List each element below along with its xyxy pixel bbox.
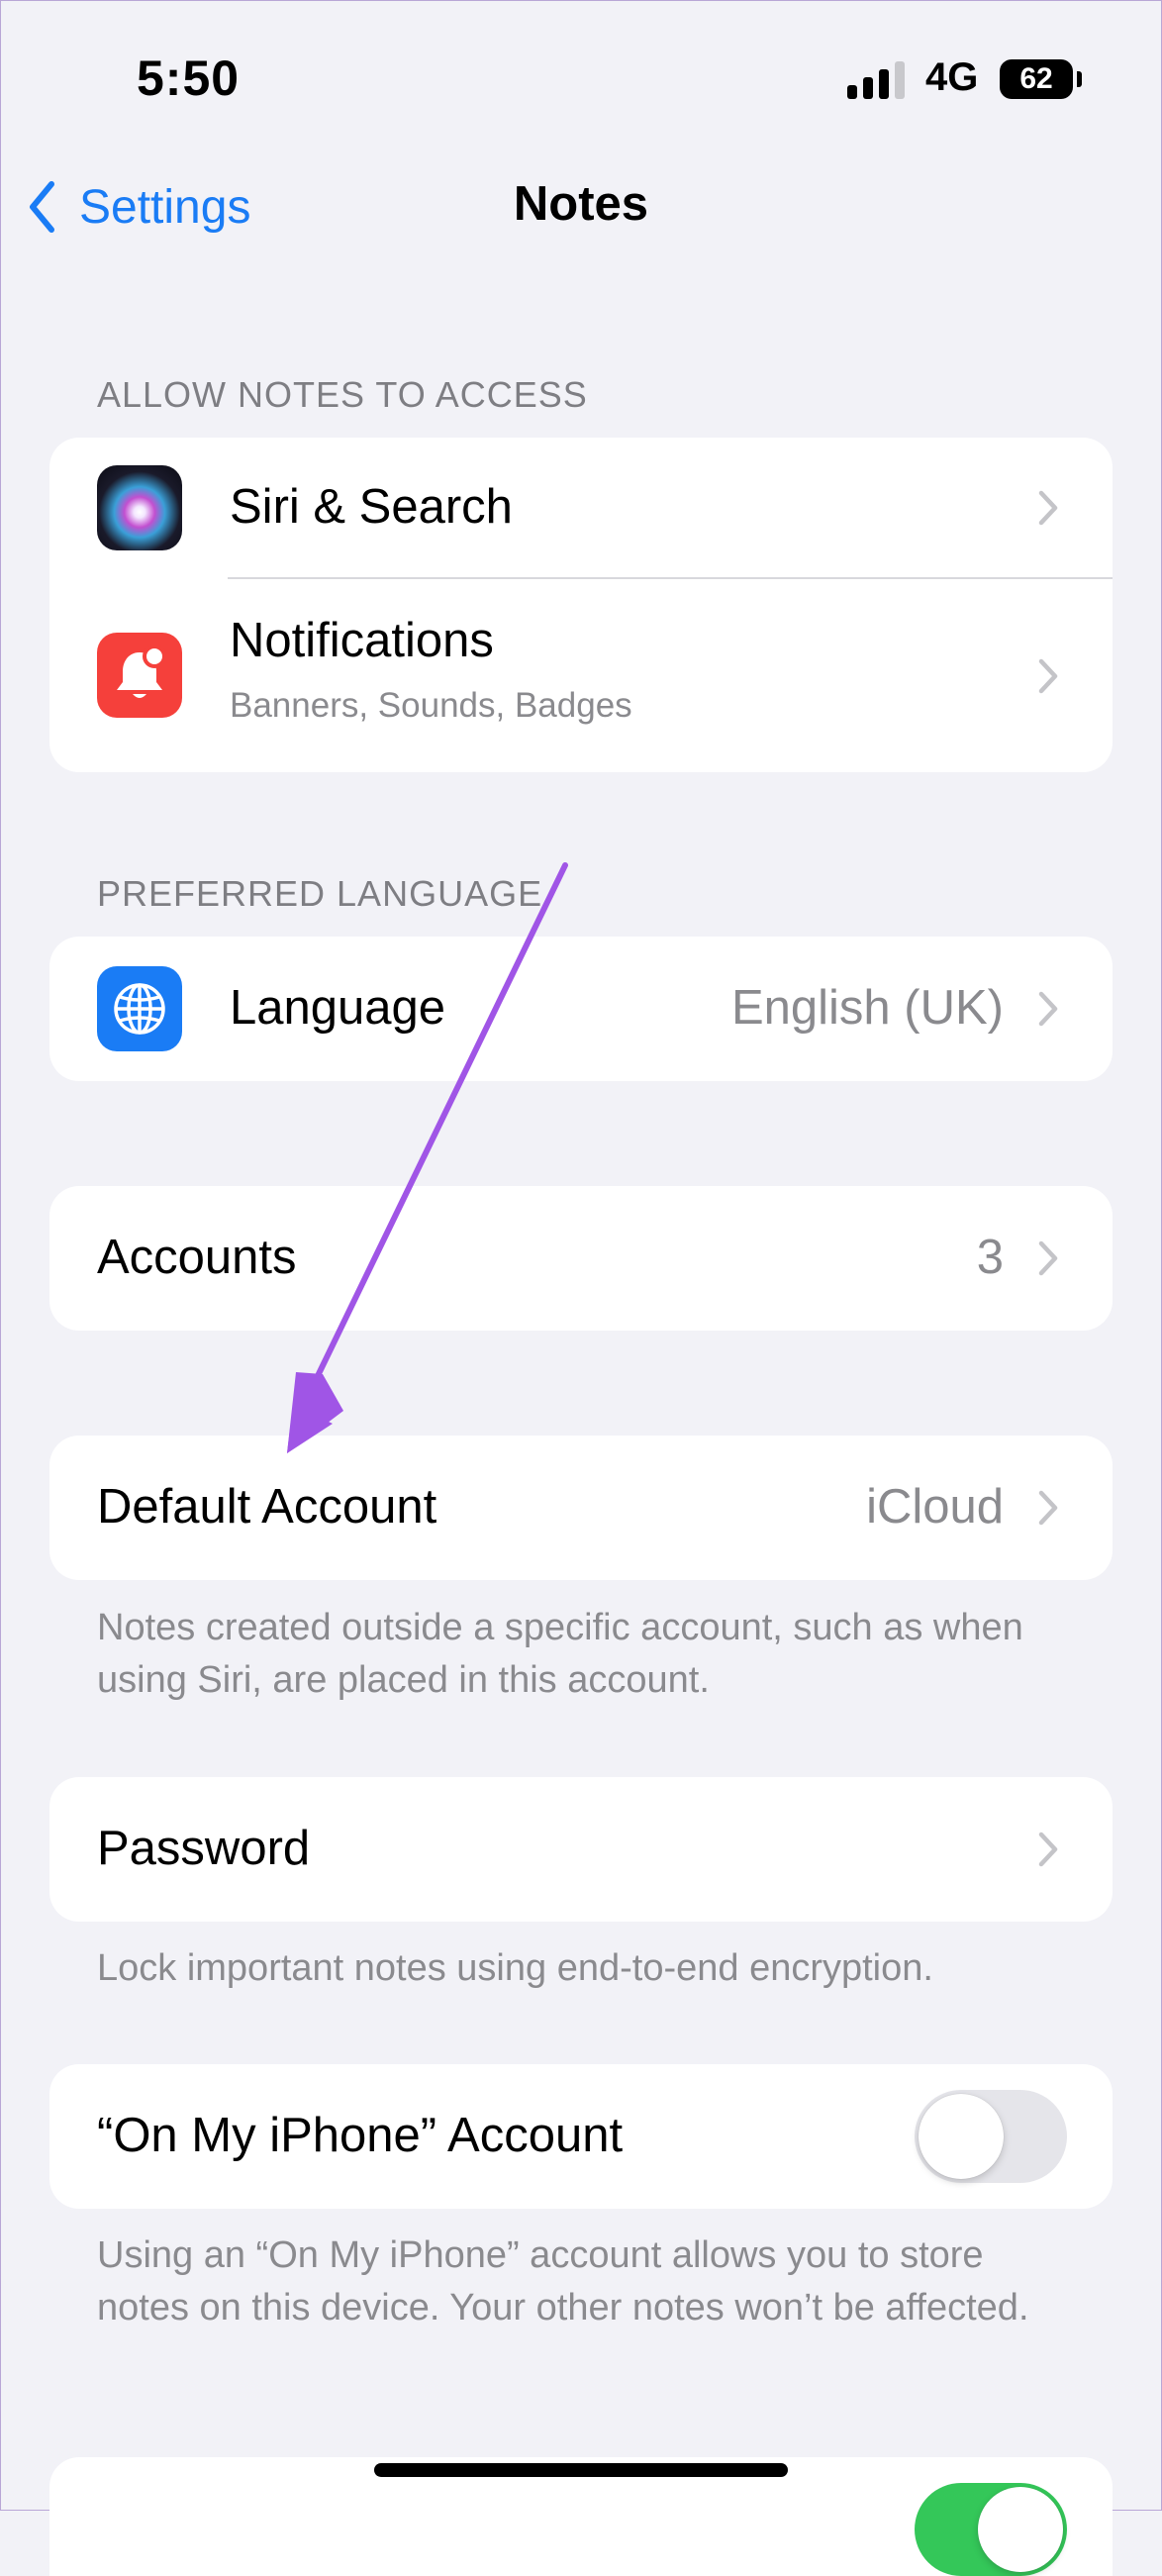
default-account-group: Default Account iCloud xyxy=(49,1436,1113,1580)
notifications-label: Notifications xyxy=(230,614,494,667)
accounts-group: Accounts 3 xyxy=(49,1186,1113,1331)
toggle-knob xyxy=(978,2487,1063,2572)
notifications-row[interactable]: Notifications Banners, Sounds, Badges xyxy=(49,579,1113,772)
chevron-right-icon xyxy=(1038,1832,1058,1867)
password-label: Password xyxy=(97,1822,311,1875)
access-group: Siri & Search Notifications Banners, Sou… xyxy=(49,438,1113,772)
password-row[interactable]: Password xyxy=(49,1777,1113,1922)
next-toggle[interactable] xyxy=(915,2483,1067,2576)
bell-badge-icon xyxy=(97,633,182,718)
battery-tip xyxy=(1077,71,1082,87)
page-title: Notes xyxy=(513,177,649,231)
accounts-row[interactable]: Accounts 3 xyxy=(49,1186,1113,1331)
chevron-right-icon xyxy=(1038,1490,1058,1526)
network-type: 4G xyxy=(925,55,979,99)
password-footnote: Lock important notes using end-to-end en… xyxy=(97,1947,933,1989)
globe-icon xyxy=(97,966,182,1051)
chevron-right-icon xyxy=(1038,1240,1058,1276)
chevron-right-icon xyxy=(1038,658,1058,694)
on-my-iphone-footnote: Using an “On My iPhone” account allows y… xyxy=(97,2234,1029,2328)
default-account-value: iCloud xyxy=(866,1480,1004,1534)
battery-icon: 62 xyxy=(1000,59,1073,99)
default-account-row[interactable]: Default Account iCloud xyxy=(49,1436,1113,1580)
chevron-right-icon xyxy=(1038,490,1058,526)
default-account-footnote: Notes created outside a specific account… xyxy=(97,1607,1023,1701)
section-header-language: PREFERRED LANGUAGE xyxy=(97,873,543,914)
on-my-iphone-group: “On My iPhone” Account xyxy=(49,2064,1113,2209)
notifications-subtitle: Banners, Sounds, Badges xyxy=(230,686,632,725)
accounts-label: Accounts xyxy=(97,1231,297,1284)
language-value: English (UK) xyxy=(730,981,1004,1035)
language-group: Language English (UK) xyxy=(49,937,1113,1081)
on-my-iphone-toggle[interactable] xyxy=(915,2090,1067,2183)
on-my-iphone-row: “On My iPhone” Account xyxy=(49,2064,1113,2209)
on-my-iphone-label: “On My iPhone” Account xyxy=(97,2109,624,2162)
language-label: Language xyxy=(230,981,446,1035)
status-time: 5:50 xyxy=(137,50,241,106)
section-header-access: ALLOW NOTES TO ACCESS xyxy=(97,374,588,415)
home-indicator xyxy=(374,2463,788,2477)
siri-search-label: Siri & Search xyxy=(230,480,513,534)
default-account-label: Default Account xyxy=(97,1480,437,1534)
cellular-signal-icon xyxy=(847,59,909,99)
accounts-count: 3 xyxy=(976,1231,1004,1284)
toggle-knob xyxy=(919,2094,1004,2179)
siri-icon xyxy=(97,465,182,550)
siri-search-row[interactable]: Siri & Search xyxy=(49,438,1113,578)
password-group: Password xyxy=(49,1777,1113,1922)
battery-level: 62 xyxy=(1019,62,1053,95)
chevron-right-icon xyxy=(1038,991,1058,1027)
language-row[interactable]: Language English (UK) xyxy=(49,937,1113,1081)
